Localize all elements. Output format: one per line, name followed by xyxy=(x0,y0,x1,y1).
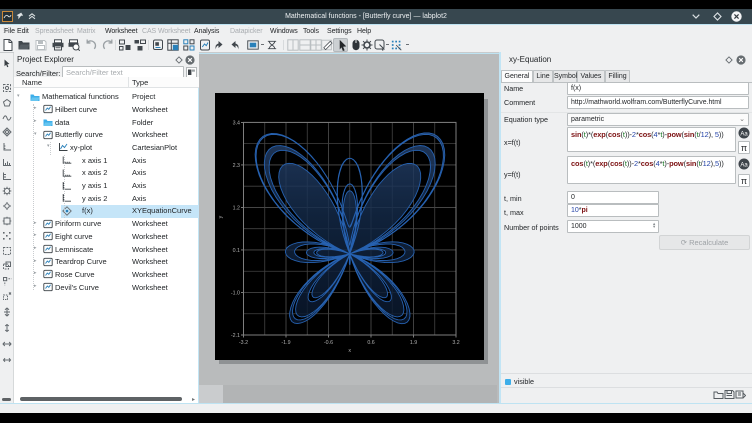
svg-text:-3.2: -3.2 xyxy=(239,340,248,346)
svg-text:Aa: Aa xyxy=(740,131,748,137)
svg-text:Aa: Aa xyxy=(740,162,748,168)
svg-text:-0.6: -0.6 xyxy=(324,340,333,346)
svg-text:-1.0: -1.0 xyxy=(231,291,240,297)
svg-text:0.1: 0.1 xyxy=(233,248,240,254)
svg-text:-1.9: -1.9 xyxy=(281,340,290,346)
svg-text:x: x xyxy=(348,348,351,354)
svg-text:3.2: 3.2 xyxy=(452,340,459,346)
svg-text:y: y xyxy=(218,215,224,218)
svg-text:0.6: 0.6 xyxy=(367,340,374,346)
svg-text:1.2: 1.2 xyxy=(233,205,240,211)
svg-text:2.3: 2.3 xyxy=(233,163,240,169)
svg-text:1.9: 1.9 xyxy=(410,340,417,346)
svg-text:3.4: 3.4 xyxy=(233,120,240,126)
svg-text:-2.1: -2.1 xyxy=(231,333,240,339)
